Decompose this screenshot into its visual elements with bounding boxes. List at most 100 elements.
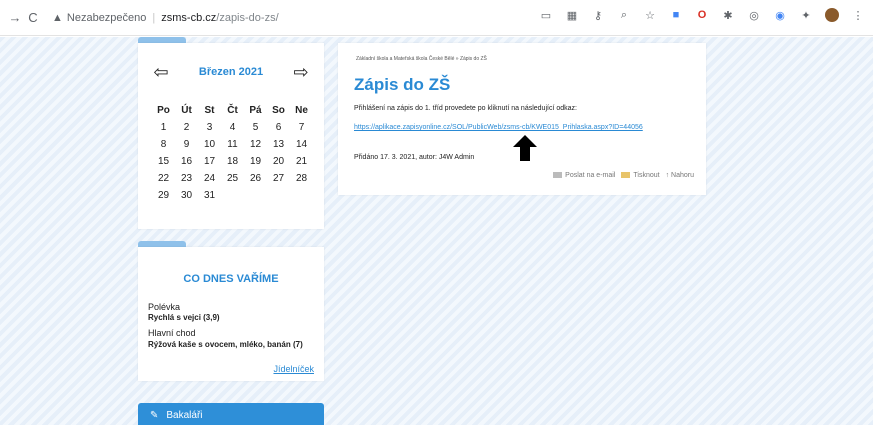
calendar-day[interactable]: 17 [198,153,221,170]
calendar-week-row: 8 9 10 11 12 13 14 [152,136,313,153]
calendar-week-row: 15 16 17 18 19 20 21 [152,153,313,170]
back-arrow-icon[interactable]: → [6,9,24,27]
browser-icon[interactable]: ◉ [773,8,787,22]
bakalari-icon: ✎ [150,410,159,421]
opera-icon[interactable]: O [695,8,709,22]
calendar-header: ⇦ Březen 2021 ⇨ [138,61,324,83]
prev-month-arrow-icon[interactable]: ⇦ [150,62,172,83]
calendar-widget: ⇦ Březen 2021 ⇨ Po Út St Čt Pá So Ne 1 2… [138,43,324,229]
email-action[interactable]: Poslat na e-mail [553,172,615,179]
calendar-day[interactable]: 8 [152,136,175,153]
calendar-day[interactable]: 22 [152,170,175,187]
pointer-arrow-icon [513,135,537,161]
calendar-day[interactable]: 4 [221,119,244,136]
extension-toolbar: ▭ ▦ ⚷ ⌕ ☆ ■ O ✱ ◎ ◉ ✦ ⋮ [539,8,865,22]
lunch-menu-widget: CO DNES VAŘÍME Polévka Rychlá s vejci (3… [138,247,324,381]
calendar-day[interactable]: 16 [175,153,198,170]
calendar-day[interactable]: 7 [290,119,313,136]
breadcrumb[interactable]: Základní škola a Mateřská škola České Bě… [356,56,487,62]
calendar-day[interactable]: 27 [267,170,290,187]
puzzle-icon[interactable]: ✦ [799,8,813,22]
calendar-day[interactable]: 13 [267,136,290,153]
calendar-day[interactable]: 11 [221,136,244,153]
top-label: Nahoru [671,172,694,179]
calendar-day[interactable]: 21 [290,153,313,170]
calendar-day [290,187,313,204]
calendar-day[interactable]: 5 [244,119,267,136]
avatar[interactable] [825,8,839,22]
calendar-day [267,187,290,204]
calendar-day[interactable]: 26 [244,170,267,187]
zoom-icon[interactable]: ⌕ [617,8,631,22]
star-icon[interactable]: ☆ [643,8,657,22]
calendar-day[interactable]: 2 [175,119,198,136]
url-host: zsms-cb.cz [161,11,217,24]
shield-icon[interactable]: ◎ [747,8,761,22]
main-course-label: Hlavní chod [148,328,196,338]
calendar-day[interactable]: 12 [244,136,267,153]
weekday: So [272,104,285,116]
calendar-week-row: 1 2 3 4 5 6 7 [152,119,313,136]
extension-icon[interactable]: ✱ [721,8,735,22]
qr-icon[interactable]: ▦ [565,8,579,22]
warning-icon: ▲ [52,11,63,24]
calendar-table: Po Út St Čt Pá So Ne 1 2 3 4 5 6 7 8 9 1… [152,101,313,204]
calendar-week-row: 29 30 31 [152,187,313,204]
address-separator: | [152,11,156,24]
top-action[interactable]: ↑ Nahoru [666,172,694,179]
registration-link[interactable]: https://aplikace.zapisyonline.cz/SOL/Pub… [354,122,684,134]
print-action[interactable]: Tisknout [621,172,660,179]
calendar-day[interactable]: 10 [198,136,221,153]
menu-title: CO DNES VAŘÍME [183,273,279,285]
calendar-day[interactable]: 15 [152,153,175,170]
weekday: Po [157,104,170,116]
bakalari-button[interactable]: ✎ Bakaláři [138,403,324,425]
mail-icon [553,172,563,179]
calendar-day[interactable]: 9 [175,136,198,153]
calendar-day[interactable]: 28 [290,170,313,187]
calendar-day [221,187,244,204]
calendar-day[interactable]: 20 [267,153,290,170]
weekday: Út [181,104,192,116]
email-label: Poslat na e-mail [565,172,616,179]
calendar-day[interactable]: 25 [221,170,244,187]
calendar-day[interactable]: 3 [198,119,221,136]
calendar-day[interactable]: 1 [152,119,175,136]
calendar-day[interactable]: 6 [267,119,290,136]
calendar-day [244,187,267,204]
article-text: Přihlášení na zápis do 1. tříd provedete… [354,105,577,112]
soup-label: Polévka [148,302,181,312]
calendar-month: Březen 2021 [198,66,264,78]
url-path: /zapis-do-zs/ [216,11,279,24]
calendar-day[interactable]: 29 [152,187,175,204]
security-label: Nezabezpečeno [66,11,147,24]
weekday: Ne [295,104,308,116]
soup-value: Rychlá s vejci (3,9) [148,313,220,322]
added-info: Přidáno 17. 3. 2021, autor: J4W Admin [354,154,475,161]
reload-icon[interactable]: C [24,9,42,27]
print-label: Tisknout [633,172,660,179]
print-icon [621,172,631,179]
menu-dots-icon[interactable]: ⋮ [851,8,865,22]
page-background: ⇦ Březen 2021 ⇨ Po Út St Čt Pá So Ne 1 2… [0,37,873,425]
weekday: Čt [227,104,238,116]
calendar-day[interactable]: 23 [175,170,198,187]
menu-link[interactable]: Jídelníček [273,364,314,374]
calendar-day[interactable]: 24 [198,170,221,187]
key-icon[interactable]: ⚷ [591,8,605,22]
cast-icon[interactable]: ▭ [539,8,553,22]
calendar-day[interactable]: 30 [175,187,198,204]
next-month-arrow-icon[interactable]: ⇨ [290,62,312,83]
calendar-day[interactable]: 31 [198,187,221,204]
browser-toolbar: → C ▲ Nezabezpečeno | zsms-cb.cz /zapis-… [0,0,873,36]
calendar-weekday-row: Po Út St Čt Pá So Ne [152,101,313,119]
bakalari-label: Bakaláři [166,410,203,421]
weekday: Pá [249,104,262,116]
article-actions: Poslat na e-mail Tisknout ↑ Nahoru [553,172,694,179]
address-bar[interactable]: ▲ Nezabezpečeno | zsms-cb.cz /zapis-do-z… [52,7,279,29]
calendar-day[interactable]: 14 [290,136,313,153]
translate-icon[interactable]: ■ [669,8,683,22]
calendar-day[interactable]: 19 [244,153,267,170]
calendar-day[interactable]: 18 [221,153,244,170]
weekday: St [204,104,215,116]
